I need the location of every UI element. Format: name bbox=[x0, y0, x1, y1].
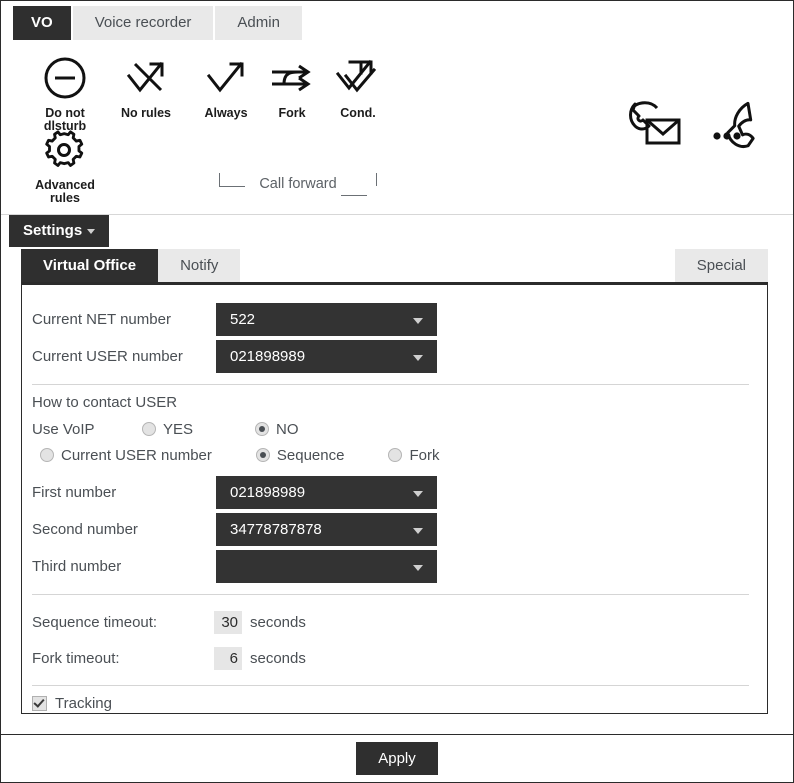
divider bbox=[32, 685, 749, 686]
radio-dot bbox=[388, 448, 403, 462]
row-second-number: Second number 34778787878 bbox=[30, 511, 759, 548]
sequence-timeout-label: Sequence timeout: bbox=[32, 613, 158, 631]
radio-voip-yes-label: YES bbox=[163, 420, 194, 438]
status-icon-toolbar: Do not dlsturb No rules Always Fork Cond… bbox=[1, 40, 793, 244]
current-net-number-value: 522 bbox=[230, 311, 256, 328]
current-net-number-select[interactable]: 522 bbox=[216, 303, 437, 336]
fork-timeout-label: Fork timeout: bbox=[32, 649, 120, 667]
first-number-value: 021898989 bbox=[230, 484, 306, 501]
row-fork-timeout: Fork timeout: 6 seconds bbox=[30, 640, 759, 676]
call-history-button[interactable] bbox=[709, 96, 765, 157]
call-forward-bracket: Call forward bbox=[219, 173, 377, 197]
divider bbox=[32, 384, 749, 385]
tracking-label: Tracking bbox=[55, 695, 112, 712]
conditional-icon bbox=[316, 52, 400, 104]
fork-timeout-input[interactable]: 6 bbox=[214, 646, 242, 670]
conditional-button[interactable]: Cond. bbox=[316, 52, 400, 120]
divider bbox=[32, 594, 749, 595]
voicemail-button[interactable] bbox=[623, 96, 685, 157]
how-to-contact-title: How to contact USER bbox=[32, 394, 178, 411]
current-user-number-select[interactable]: 021898989 bbox=[216, 340, 437, 373]
no-rules-icon bbox=[104, 52, 188, 104]
radio-dot bbox=[255, 448, 270, 462]
row-current-net-number: Current NET number 522 bbox=[30, 301, 759, 338]
radio-fork[interactable]: Fork bbox=[388, 447, 439, 464]
chevron-down-icon bbox=[413, 565, 423, 571]
settings-menu-button[interactable]: Settings bbox=[9, 215, 110, 247]
no-rules-label: No rules bbox=[120, 106, 171, 120]
do-not-disturb-button[interactable]: Do not dlsturb bbox=[23, 52, 107, 133]
radio-dot bbox=[255, 422, 270, 436]
radio-dot bbox=[142, 422, 156, 436]
row-first-number: First number 021898989 bbox=[30, 474, 759, 511]
chevron-down-icon bbox=[413, 491, 423, 497]
radio-voip-yes[interactable]: YES bbox=[142, 421, 193, 438]
row-contact-mode: Current USER number Sequence Fork bbox=[30, 442, 759, 468]
row-current-user-number: Current USER number 021898989 bbox=[30, 338, 759, 375]
row-tracking: Tracking bbox=[30, 695, 759, 712]
radio-current-user-number[interactable]: Current USER number bbox=[40, 447, 212, 464]
top-tab-bar: VO Voice recorder Admin bbox=[1, 1, 793, 40]
sub-tab-bar: Virtual Office Notify Special bbox=[21, 249, 768, 282]
first-number-select[interactable]: 021898989 bbox=[216, 476, 437, 509]
row-sequence-timeout: Sequence timeout: 30 seconds bbox=[30, 604, 759, 640]
sequence-timeout-unit: seconds bbox=[250, 613, 306, 631]
advanced-rules-label: Advanced rules bbox=[35, 178, 95, 205]
gear-icon bbox=[23, 124, 107, 176]
conditional-label: Cond. bbox=[340, 106, 376, 120]
chevron-down-icon bbox=[413, 528, 423, 534]
phone-dots-icon bbox=[713, 101, 755, 148]
tracking-checkbox[interactable] bbox=[32, 696, 47, 711]
subtab-virtual-office[interactable]: Virtual Office bbox=[21, 249, 159, 282]
advanced-rules-button[interactable]: Advanced rules bbox=[23, 124, 107, 205]
do-not-disturb-icon bbox=[23, 52, 107, 104]
radio-sequence[interactable]: Sequence bbox=[255, 446, 345, 464]
fork-timeout-unit: seconds bbox=[250, 649, 306, 667]
second-number-select[interactable]: 34778787878 bbox=[216, 513, 437, 546]
voicemail-envelope-icon bbox=[629, 101, 681, 145]
current-user-number-value: 021898989 bbox=[230, 348, 306, 365]
row-use-voip: Use VoIP YES NO bbox=[30, 416, 759, 442]
radio-sequence-label: Sequence bbox=[276, 446, 345, 464]
row-third-number: Third number bbox=[30, 548, 759, 585]
use-voip-label: Use VoIP bbox=[32, 420, 95, 438]
tab-vo[interactable]: VO bbox=[13, 6, 71, 40]
first-number-label: First number bbox=[32, 484, 117, 501]
call-forward-label: Call forward bbox=[259, 176, 337, 192]
radio-fork-label: Fork bbox=[409, 446, 440, 464]
subtab-notify[interactable]: Notify bbox=[158, 249, 241, 282]
settings-label: Settings bbox=[23, 222, 83, 239]
subtab-special[interactable]: Special bbox=[674, 249, 768, 282]
chevron-down-icon bbox=[87, 228, 96, 234]
third-number-select[interactable] bbox=[216, 550, 437, 583]
radio-current-user-number-label: Current USER number bbox=[61, 446, 212, 464]
radio-voip-no[interactable]: NO bbox=[255, 421, 299, 438]
right-icon-group bbox=[623, 96, 765, 157]
chevron-down-icon bbox=[413, 318, 423, 324]
current-user-number-label: Current USER number bbox=[32, 348, 183, 365]
current-net-number-label: Current NET number bbox=[32, 311, 171, 328]
second-number-label: Second number bbox=[32, 521, 138, 538]
virtual-office-panel: Current NET number 522 Current USER numb… bbox=[21, 282, 768, 714]
application-window: VO Voice recorder Admin Do not dlsturb N… bbox=[0, 0, 794, 783]
apply-button[interactable]: Apply bbox=[356, 742, 438, 775]
chevron-down-icon bbox=[413, 355, 423, 361]
radio-dot bbox=[40, 448, 54, 462]
tab-voice-recorder[interactable]: Voice recorder bbox=[72, 6, 214, 40]
apply-bar: Apply bbox=[1, 734, 793, 782]
radio-voip-no-label: NO bbox=[276, 420, 299, 438]
no-rules-button[interactable]: No rules bbox=[104, 52, 188, 120]
third-number-label: Third number bbox=[32, 558, 122, 575]
settings-bar: Settings bbox=[1, 214, 793, 249]
tab-admin[interactable]: Admin bbox=[215, 6, 302, 40]
second-number-value: 34778787878 bbox=[230, 521, 322, 538]
sequence-timeout-input[interactable]: 30 bbox=[214, 610, 242, 634]
